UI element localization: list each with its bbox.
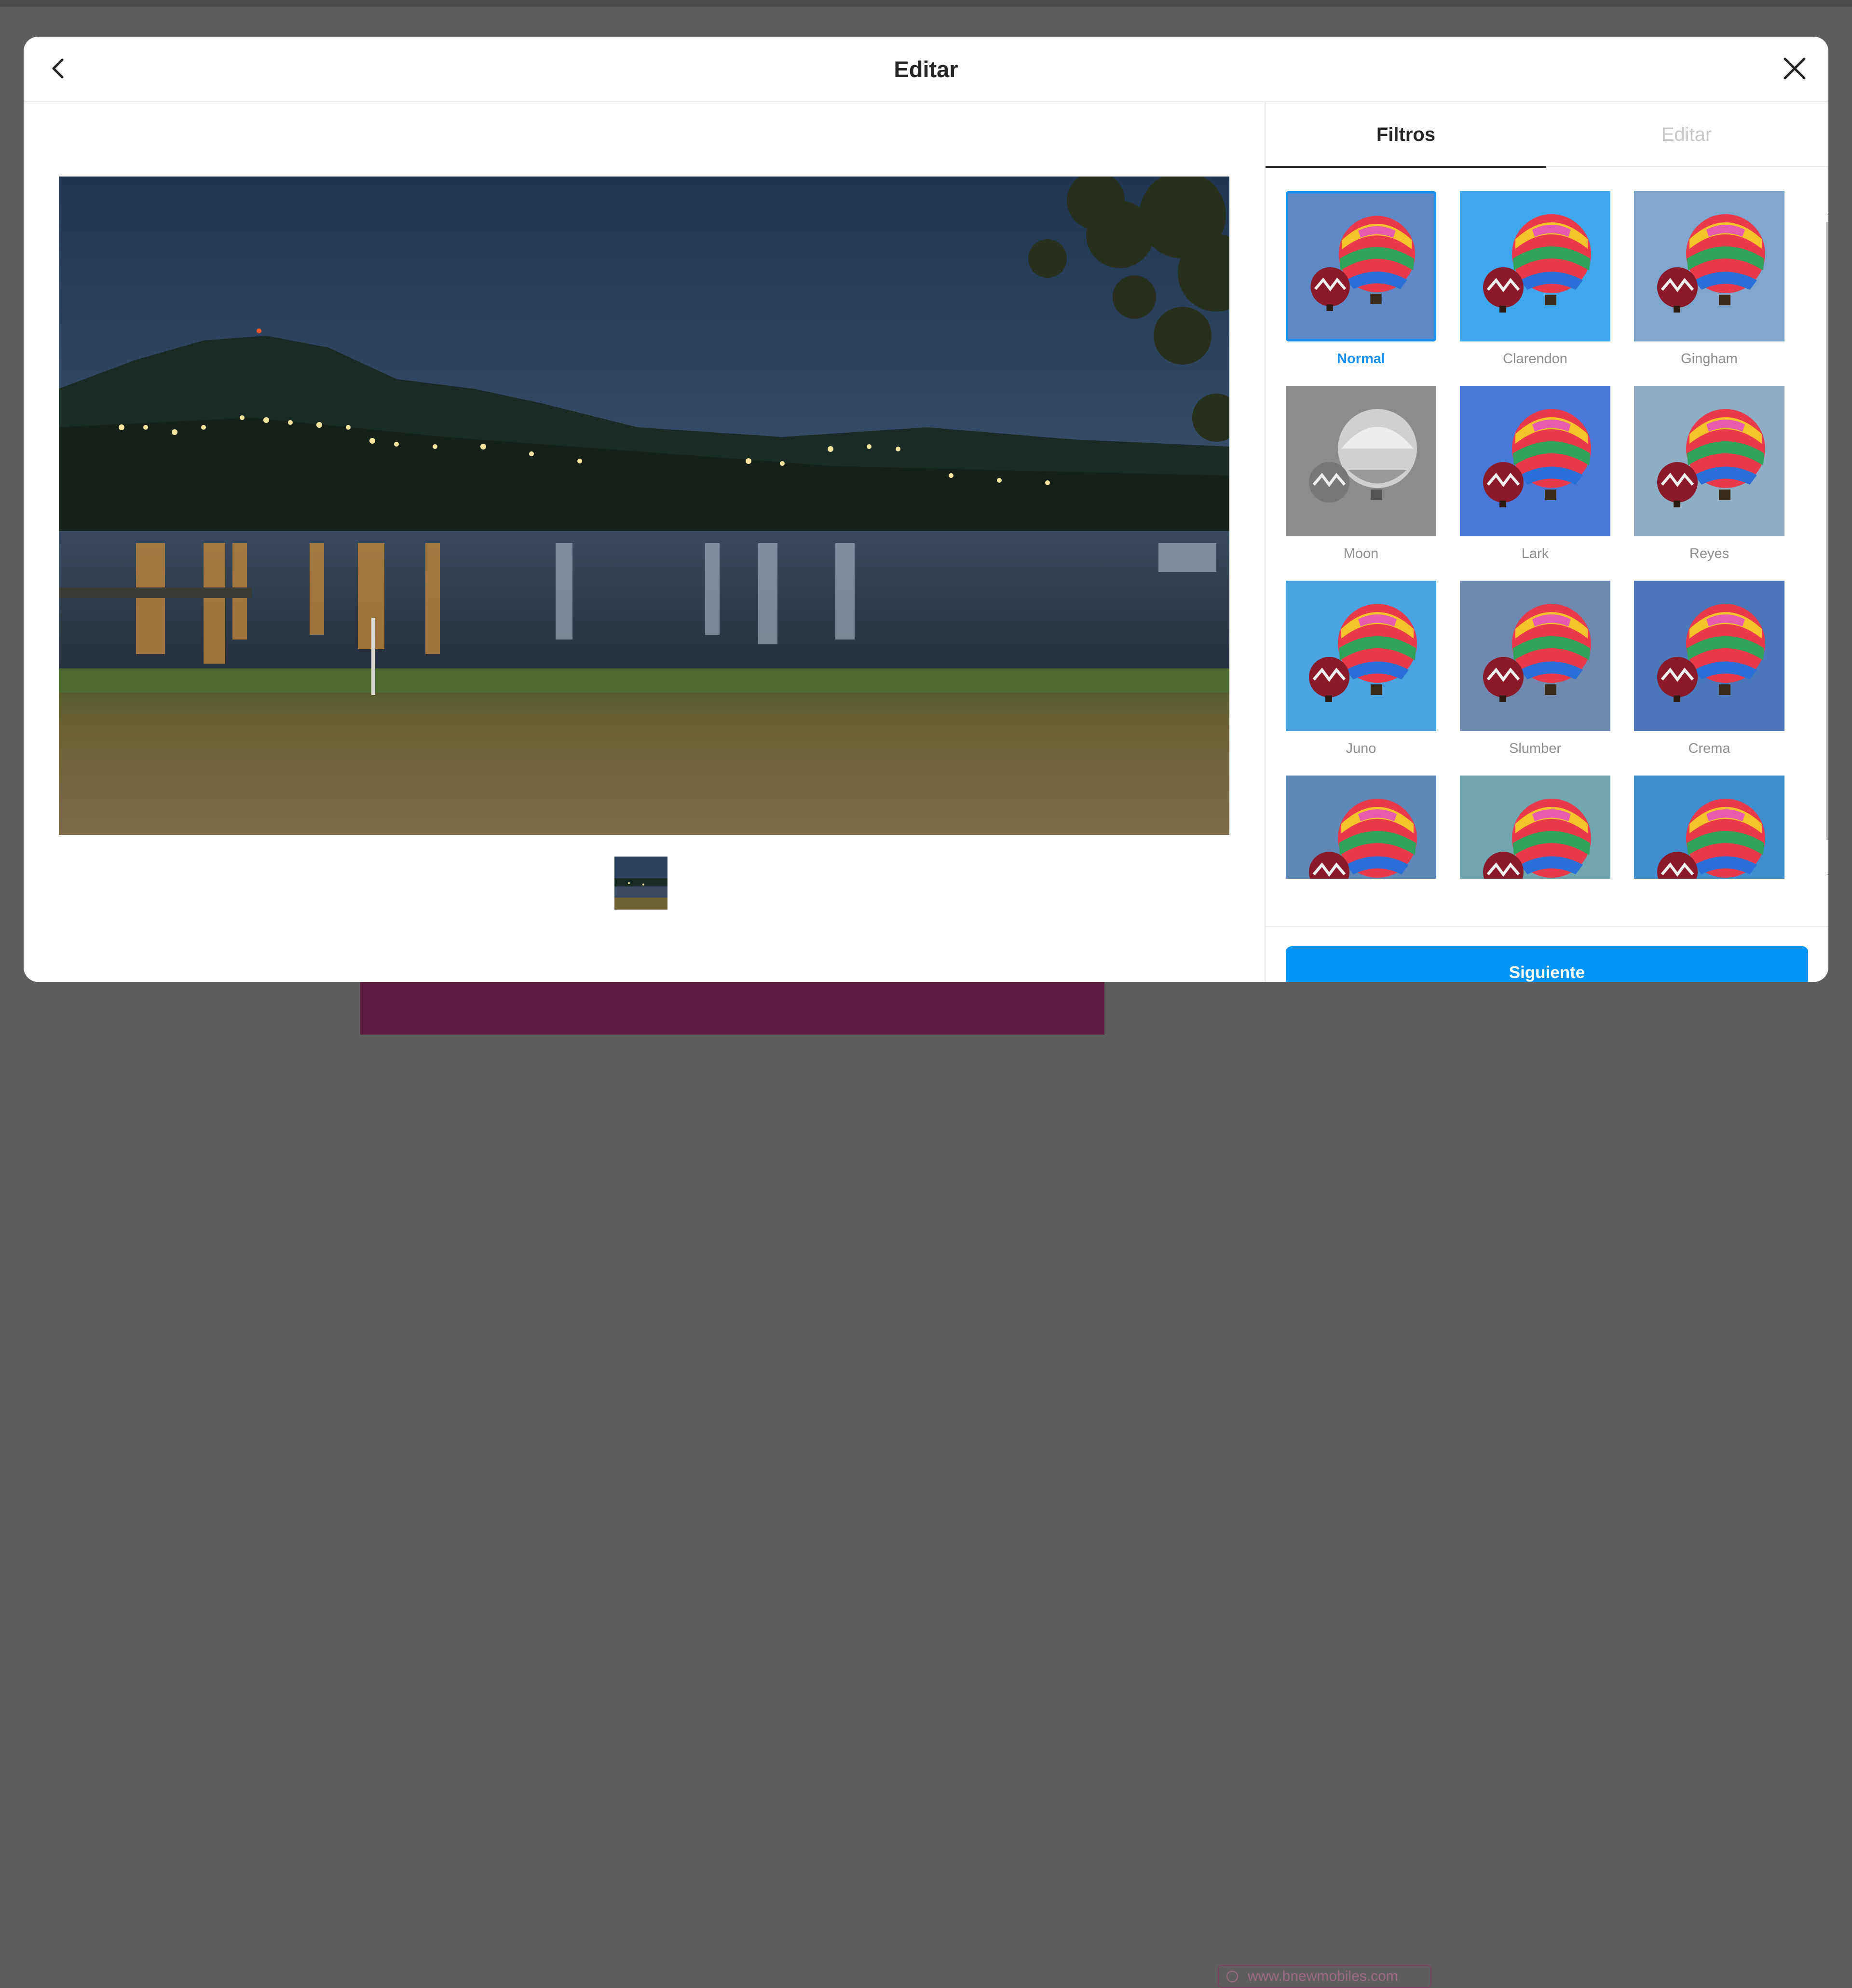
photo-preview[interactable] bbox=[59, 177, 1229, 835]
balloon-icon bbox=[1309, 409, 1417, 503]
footer-divider bbox=[1266, 926, 1828, 927]
scroll-up-arrow-icon[interactable] bbox=[1824, 207, 1828, 220]
preview-pane bbox=[24, 102, 1265, 982]
thumbnail-image bbox=[614, 857, 667, 910]
scrollbar[interactable] bbox=[1824, 207, 1828, 882]
filter-extra-10[interactable] bbox=[1460, 776, 1610, 879]
filter-extra-9[interactable] bbox=[1286, 776, 1436, 879]
balloon-icon bbox=[1309, 604, 1417, 702]
balloon-icon bbox=[1657, 604, 1765, 702]
filters-panel: Filtros Editar Normal Clarendon Gingham Moo… bbox=[1265, 102, 1828, 982]
filter-reyes[interactable]: Reyes bbox=[1634, 386, 1784, 562]
filter-preview bbox=[1286, 581, 1436, 731]
balloon-icon bbox=[1657, 409, 1765, 507]
browser-top-strip bbox=[0, 0, 1852, 7]
filter-name: Juno bbox=[1346, 741, 1376, 756]
tab-bar: Filtros Editar bbox=[1266, 102, 1828, 168]
filter-preview bbox=[1460, 191, 1610, 341]
tab-filtros[interactable]: Filtros bbox=[1266, 102, 1546, 168]
balloon-icon bbox=[1483, 409, 1591, 507]
filter-preview bbox=[1634, 581, 1784, 731]
balloon-icon bbox=[1483, 604, 1591, 702]
scroll-down-arrow-icon[interactable] bbox=[1824, 869, 1828, 882]
filter-preview bbox=[1634, 386, 1784, 536]
filter-name: Gingham bbox=[1681, 351, 1738, 367]
balloon-icon bbox=[1657, 799, 1765, 879]
watermark-text: www.bnewmobiles.com bbox=[1248, 1968, 1398, 1984]
filter-crema[interactable]: Crema bbox=[1634, 581, 1784, 757]
photo-thumbnail[interactable] bbox=[614, 857, 667, 910]
filter-preview bbox=[1460, 776, 1610, 879]
filter-normal[interactable]: Normal bbox=[1286, 191, 1436, 367]
filter-moon[interactable]: Moon bbox=[1286, 386, 1436, 562]
balloon-icon bbox=[1310, 216, 1416, 311]
watermark: www.bnewmobiles.com bbox=[1218, 1965, 1431, 1988]
filter-gingham[interactable]: Gingham bbox=[1634, 191, 1784, 367]
edit-modal: Editar Filtros Editar Normal Clarendon G… bbox=[24, 37, 1828, 982]
filter-juno[interactable]: Juno bbox=[1286, 581, 1436, 757]
filter-clarendon[interactable]: Clarendon bbox=[1460, 191, 1610, 367]
filter-name: Clarendon bbox=[1503, 351, 1567, 367]
filter-preview bbox=[1634, 191, 1784, 341]
filter-preview bbox=[1634, 776, 1784, 879]
night-lake-photo bbox=[59, 177, 1229, 835]
filter-extra-11[interactable] bbox=[1634, 776, 1784, 879]
filter-name: Normal bbox=[1337, 351, 1385, 367]
balloon-icon bbox=[1483, 799, 1591, 879]
filter-name: Lark bbox=[1521, 546, 1549, 561]
filter-grid: Normal Clarendon Gingham Moon Lark Reyes Juno S… bbox=[1266, 167, 1820, 879]
filter-name: Moon bbox=[1343, 546, 1379, 561]
filter-preview bbox=[1286, 776, 1436, 879]
globe-icon bbox=[1226, 1971, 1238, 1982]
filter-name: Crema bbox=[1688, 741, 1730, 756]
balloon-icon bbox=[1309, 799, 1417, 879]
next-button[interactable]: Siguiente bbox=[1286, 946, 1808, 982]
filter-name: Reyes bbox=[1689, 546, 1729, 561]
filter-name: Slumber bbox=[1509, 741, 1561, 756]
filter-preview bbox=[1460, 581, 1610, 731]
filter-preview bbox=[1286, 386, 1436, 536]
close-icon bbox=[1784, 57, 1806, 80]
scroll-thumb[interactable] bbox=[1826, 222, 1828, 840]
filter-lark[interactable]: Lark bbox=[1460, 386, 1610, 562]
close-button[interactable] bbox=[1779, 53, 1810, 84]
modal-header: Editar bbox=[24, 37, 1828, 102]
balloon-icon bbox=[1657, 214, 1765, 313]
background-banner: www.bnewmobiles.com bbox=[360, 981, 1431, 1988]
filter-slumber[interactable]: Slumber bbox=[1460, 581, 1610, 757]
filter-preview bbox=[1286, 191, 1436, 341]
filter-preview bbox=[1460, 386, 1610, 536]
balloon-icon bbox=[1483, 214, 1591, 313]
tab-editar[interactable]: Editar bbox=[1546, 102, 1827, 167]
page-title: Editar bbox=[894, 56, 958, 82]
